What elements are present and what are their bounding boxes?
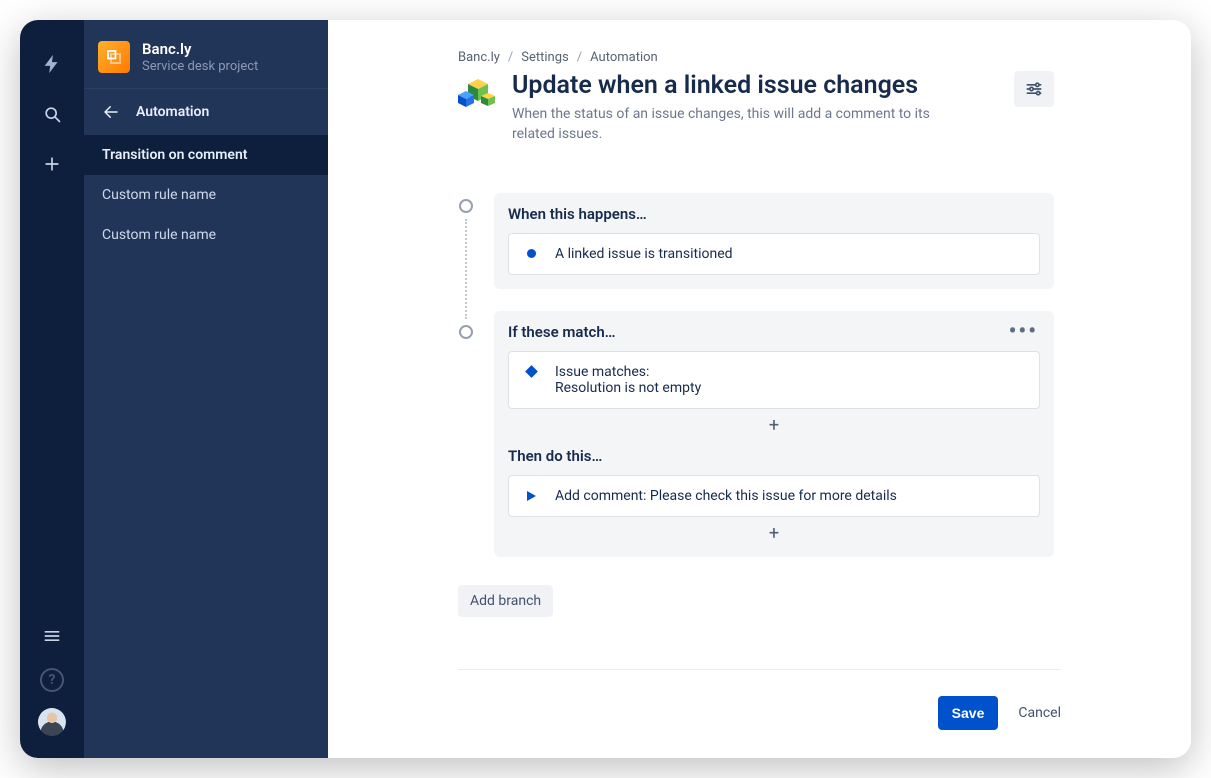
trigger-block: When this happens… A linked issue is tra… — [494, 193, 1054, 289]
back-to-automation[interactable]: Automation — [84, 88, 328, 135]
save-label: Save — [952, 705, 985, 721]
rule-settings-button[interactable] — [1014, 71, 1054, 107]
cancel-button[interactable]: Cancel — [1018, 705, 1061, 721]
rule-label: Custom rule name — [102, 187, 216, 203]
back-label: Automation — [136, 104, 209, 120]
page-description: When the status of an issue changes, thi… — [512, 104, 932, 145]
action-marker-icon — [527, 491, 536, 501]
breadcrumb: Banc.ly / Settings / Automation — [458, 50, 1054, 65]
project-header: Banc.ly Service desk project — [84, 20, 328, 88]
sliders-icon — [1024, 79, 1044, 99]
global-create[interactable] — [34, 146, 70, 182]
page-header: Update when a linked issue changes When … — [458, 71, 1054, 145]
timeline-node — [459, 325, 473, 339]
user-avatar[interactable] — [38, 708, 66, 736]
menu-icon — [42, 626, 62, 646]
trigger-heading: When this happens… — [508, 205, 647, 223]
main-content: Banc.ly / Settings / Automation — [328, 20, 1191, 758]
plus-icon — [42, 154, 62, 174]
project-logo — [98, 41, 130, 73]
rule-item-0[interactable]: Transition on comment — [84, 135, 328, 175]
save-button[interactable]: Save — [938, 696, 999, 730]
crumb-project[interactable]: Banc.ly — [458, 50, 500, 65]
help-glyph: ? — [49, 672, 56, 688]
timeline — [458, 193, 474, 557]
action-heading: Then do this… — [508, 447, 602, 465]
global-menu[interactable] — [34, 618, 70, 654]
condition-line1: Issue matches: — [555, 364, 701, 380]
search-icon — [42, 104, 62, 124]
app-logo[interactable] — [34, 46, 70, 82]
trigger-card[interactable]: A linked issue is transitioned — [508, 233, 1040, 275]
rule-item-2[interactable]: Custom rule name — [84, 215, 328, 255]
crumb-settings[interactable]: Settings — [521, 50, 568, 65]
rule-label: Transition on comment — [102, 147, 248, 163]
trigger-text: A linked issue is transitioned — [555, 246, 733, 262]
lightning-icon — [41, 53, 63, 75]
action-card[interactable]: Add comment: Please check this issue for… — [508, 475, 1040, 517]
project-type: Service desk project — [142, 59, 258, 74]
add-branch-label: Add branch — [470, 593, 541, 609]
project-sidebar: Banc.ly Service desk project Automation … — [84, 20, 328, 758]
app-frame: ? Banc.ly Service desk project Automatio… — [20, 20, 1191, 758]
crumb-sep: / — [575, 50, 584, 65]
timeline-node — [459, 199, 473, 213]
condition-block: If these match… ••• Issue matches: Resol… — [494, 311, 1054, 557]
global-help[interactable]: ? — [40, 668, 64, 692]
condition-heading: If these match… — [508, 323, 616, 341]
add-action-button[interactable]: + — [508, 517, 1040, 543]
project-name: Banc.ly — [142, 40, 258, 58]
timeline-connector — [465, 219, 467, 319]
add-branch-button[interactable]: Add branch — [458, 585, 553, 617]
rule-builder: When this happens… A linked issue is tra… — [458, 193, 1054, 617]
page-title: Update when a linked issue changes — [512, 71, 1000, 100]
condition-line2: Resolution is not empty — [555, 380, 701, 396]
cancel-label: Cancel — [1018, 705, 1061, 721]
action-text: Add comment: Please check this issue for… — [555, 488, 897, 504]
global-search[interactable] — [34, 96, 70, 132]
condition-card[interactable]: Issue matches: Resolution is not empty — [508, 351, 1040, 409]
rule-icon — [458, 73, 498, 113]
crumb-automation[interactable]: Automation — [590, 50, 658, 65]
add-condition-button[interactable]: + — [508, 409, 1040, 435]
footer-actions: Save Cancel — [458, 669, 1061, 730]
trigger-marker-icon — [527, 249, 536, 258]
rule-item-1[interactable]: Custom rule name — [84, 175, 328, 215]
arrow-left-icon — [102, 103, 120, 121]
global-sidebar: ? — [20, 20, 84, 758]
crumb-sep: / — [506, 50, 515, 65]
condition-marker-icon — [525, 365, 538, 378]
rule-label: Custom rule name — [102, 227, 216, 243]
